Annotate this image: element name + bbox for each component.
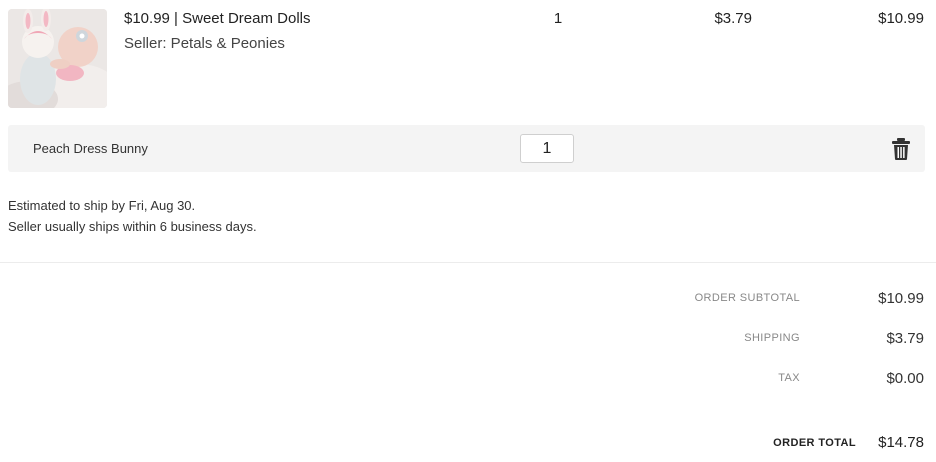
order-subtotal-value: $10.99 (878, 290, 924, 307)
order-subtotal-label: ORDER SUBTOTAL (694, 292, 800, 304)
variant-row: Peach Dress Bunny (8, 125, 925, 172)
trash-icon (892, 138, 910, 160)
tax-label: TAX (778, 372, 800, 384)
item-total: $10.99 (878, 10, 924, 27)
remove-item-button[interactable] (890, 137, 912, 161)
product-title[interactable]: $10.99 | Sweet Dream Dolls (124, 10, 310, 27)
tax-value: $0.00 (886, 370, 924, 387)
order-total-value: $14.78 (878, 434, 924, 451)
product-image[interactable] (8, 9, 107, 108)
section-divider (0, 262, 936, 263)
ship-note: Seller usually ships within 6 business d… (8, 219, 257, 234)
ship-estimate: Estimated to ship by Fri, Aug 30. (8, 198, 196, 213)
item-shipping-cost: $3.79 (714, 10, 752, 27)
product-photo-doll-with-baby (8, 9, 107, 108)
seller-name[interactable]: Seller: Petals & Peonies (124, 35, 285, 52)
quantity-input[interactable] (520, 134, 574, 163)
shipping-value: $3.79 (886, 330, 924, 347)
item-quantity: 1 (553, 10, 563, 27)
shipping-label: SHIPPING (744, 332, 800, 344)
variant-name: Peach Dress Bunny (33, 141, 148, 156)
